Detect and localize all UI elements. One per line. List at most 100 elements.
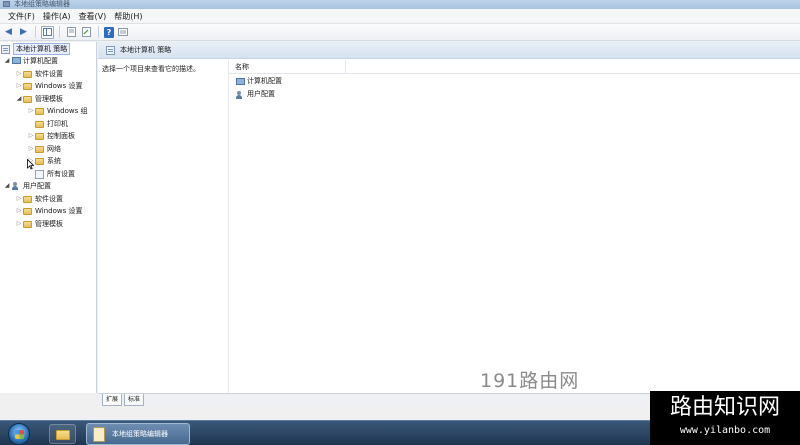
taskbar-app-button[interactable]: 本地组策略编辑器 [86,423,190,445]
expand-arrow-icon[interactable]: ▷ [15,68,23,80]
policy-icon [1,44,10,54]
tree-item-label: Windows 设置 [35,207,83,215]
tree-item-user-software-settings[interactable]: ▷ 软件设置 [15,193,63,205]
toolbar: ◀ ▶ ? [0,24,800,41]
tree-item-label: 系统 [47,157,61,165]
forward-button[interactable]: ▶ [17,26,30,39]
folder-icon [23,70,32,78]
menu-help[interactable]: 帮助(H) [110,9,146,24]
menu-action[interactable]: 操作(A) [39,9,75,24]
properties-button[interactable] [65,26,78,39]
tree-item-label: 本地计算机 策略 [13,43,71,55]
watermark-url: www.yilanbo.com [679,425,771,436]
expand-arrow-icon[interactable]: ▷ [15,218,23,230]
document-icon [67,27,76,37]
folder-icon [35,120,44,128]
folder-icon [35,107,44,115]
expand-arrow-icon[interactable]: ▷ [15,205,23,217]
tree-item-user-windows-settings[interactable]: ▷ Windows 设置 [15,205,83,217]
details-header: 本地计算机 策略 [98,42,800,59]
list-item-computer-config[interactable]: 计算机配置 [235,76,282,87]
tree-item-computer-config[interactable]: ◢ 计算机配置 [3,55,58,67]
folder-icon [23,195,32,203]
folder-icon [23,95,32,103]
export-icon [82,27,91,37]
taskbar: 本地组策略编辑器 [0,420,650,445]
list-item-label: 用户配置 [247,90,275,98]
tree-item-user-admin-templates[interactable]: ▷ 管理模板 [15,218,63,230]
tree-item-root[interactable]: 本地计算机 策略 [1,43,71,55]
user-icon [235,90,244,99]
tree-item-windows-settings[interactable]: ▷ Windows 设置 [15,80,83,92]
expand-arrow-icon[interactable]: ▷ [15,80,23,92]
menu-view[interactable]: 查看(V) [75,9,111,24]
app-icon [3,1,10,7]
column-header-empty [346,60,800,73]
folder-icon [35,145,44,153]
collapse-arrow-icon[interactable]: ◢ [15,93,23,105]
tree-pane[interactable]: 本地计算机 策略 ◢ 计算机配置 ▷ 软件设置 ▷ Windows 设置 ◢ 管… [0,42,97,393]
help-button[interactable]: ? [104,26,114,38]
tree-item-label: 计算机配置 [23,57,58,65]
folder-icon [35,157,44,165]
tree-item-label: 管理模板 [35,220,63,228]
document-icon [93,426,105,442]
tree-item-user-config[interactable]: ◢ 用户配置 [3,180,51,192]
tab-standard[interactable]: 标准 [124,394,145,406]
windows-logo-icon [15,430,24,439]
start-button[interactable] [8,423,30,445]
watermark-text: 191路由网 [480,370,580,392]
collapse-arrow-icon[interactable]: ◢ [3,55,11,67]
details-pane: 本地计算机 策略 选择一个项目来查看它的描述。 名称 计算机配置 用户配置 [98,42,800,393]
settings-list-icon [35,169,44,179]
tree-item-label: 网络 [47,145,61,153]
menu-bar: 文件(F) 操作(A) 查看(V) 帮助(H) [0,9,800,24]
tree-item-label: 控制面板 [47,132,75,140]
tree-item-printers[interactable]: 打印机 [27,118,68,130]
folder-icon [23,207,32,215]
tree-item-label: Windows 设置 [35,82,83,90]
expand-arrow-icon[interactable]: ▷ [27,105,35,117]
description-panel: 选择一个项目来查看它的描述。 [98,60,226,393]
expand-arrow-icon[interactable]: ▷ [27,143,35,155]
tab-extended[interactable]: 扩展 [102,394,123,406]
toolbar-separator [59,26,60,38]
computer-icon [235,77,245,86]
tree-item-admin-templates[interactable]: ◢ 管理模板 [15,93,63,105]
description-text: 选择一个项目来查看它的描述。 [102,65,200,73]
watermark-badge: 路由知识网 www.yilanbo.com [650,391,800,445]
computer-icon [11,57,21,65]
tree-item-label: 软件设置 [35,70,63,78]
expand-arrow-icon[interactable]: ▷ [15,193,23,205]
mouse-cursor-icon [27,159,34,170]
user-icon [11,182,20,190]
items-list[interactable]: 名称 计算机配置 用户配置 [228,60,800,393]
folder-icon [23,220,32,228]
toolbar-separator [98,26,99,38]
folder-icon [35,132,44,140]
tree-item-windows-components[interactable]: ▷ Windows 组 [27,105,88,117]
tree-item-label: Windows 组 [47,107,88,115]
filter-button[interactable] [116,26,129,39]
tree-item-network[interactable]: ▷ 网络 [27,143,61,155]
column-header-name[interactable]: 名称 [229,60,346,73]
export-list-button[interactable] [80,26,93,39]
back-button[interactable]: ◀ [2,26,15,39]
tree-item-control-panel[interactable]: ▷ 控制面板 [27,130,75,142]
tree-item-label: 所有设置 [47,170,75,178]
expand-arrow-icon[interactable]: ▷ [27,130,35,142]
collapse-arrow-icon[interactable]: ◢ [3,180,11,192]
show-hide-tree-button[interactable] [41,25,54,39]
folder-icon [56,430,70,440]
details-header-title: 本地计算机 策略 [120,46,172,54]
tree-item-label: 用户配置 [23,182,51,190]
list-item-user-config[interactable]: 用户配置 [235,89,275,100]
taskbar-explorer-button[interactable] [49,424,76,444]
menu-file[interactable]: 文件(F) [4,9,39,24]
tree-item-software-settings[interactable]: ▷ 软件设置 [15,68,63,80]
watermark-title: 路由知识网 [669,395,780,420]
tree-item-all-settings[interactable]: 所有设置 [27,168,75,180]
list-item-label: 计算机配置 [247,77,282,85]
toolbar-separator [35,26,36,38]
filter-icon [117,28,128,36]
